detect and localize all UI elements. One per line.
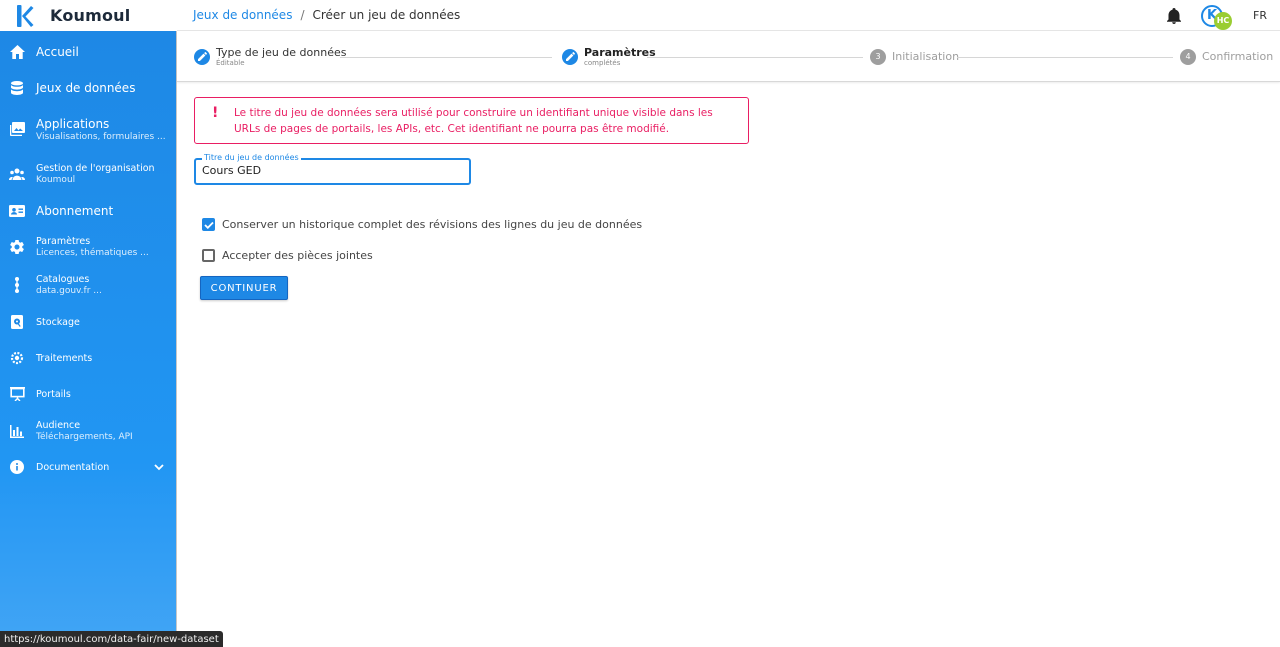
pencil-icon bbox=[194, 48, 210, 65]
step-label: Paramètres bbox=[584, 46, 656, 59]
chart-icon bbox=[9, 423, 25, 439]
attachments-checkbox[interactable]: Accepter des pièces jointes bbox=[202, 249, 373, 262]
pencil-icon bbox=[562, 48, 578, 65]
sidebar-item-label: Catalogues bbox=[36, 274, 90, 285]
language-switcher[interactable]: FR bbox=[1253, 9, 1267, 22]
sidebar-item-portails[interactable]: Portails bbox=[0, 384, 177, 404]
history-checkbox-label: Conserver un historique complet des révi… bbox=[222, 218, 643, 231]
step-number: 3 bbox=[870, 48, 886, 65]
step-connector bbox=[957, 57, 1173, 58]
step-label: Type de jeu de données bbox=[216, 46, 347, 59]
brand-name: Koumoul bbox=[50, 6, 131, 25]
sidebar-item-stockage[interactable]: Stockage bbox=[0, 312, 177, 332]
image-icon bbox=[9, 121, 25, 137]
sidebar-item-subtitle: Koumoul bbox=[36, 175, 76, 185]
checkbox-checked-icon[interactable] bbox=[202, 218, 215, 231]
step-number: 4 bbox=[1180, 48, 1196, 65]
stepper: Type de jeu de données Éditable Paramètr… bbox=[177, 31, 1280, 82]
sidebar-item-subtitle: Visualisations, formulaires ... bbox=[36, 131, 166, 142]
dataset-title-field: Titre du jeu de données bbox=[194, 153, 471, 185]
card-icon bbox=[9, 203, 25, 219]
sidebar-item-catalogues[interactable]: Catalogues data.gouv.fr ... bbox=[0, 271, 177, 299]
sidebar-item-accueil[interactable]: Accueil bbox=[0, 41, 177, 63]
user-avatar[interactable]: K HC bbox=[1201, 3, 1233, 30]
sidebar-item-label: Jeux de données bbox=[36, 81, 136, 95]
history-checkbox[interactable]: Conserver un historique complet des révi… bbox=[202, 218, 642, 231]
breadcrumb: Jeux de données / Créer un jeu de donnée… bbox=[193, 8, 460, 22]
transit-icon bbox=[9, 277, 25, 293]
gear-icon bbox=[9, 239, 25, 255]
sidebar-item-label: Documentation bbox=[36, 461, 110, 473]
sidebar: Accueil Jeux de données Applications Vis… bbox=[0, 31, 177, 647]
step-label: Initialisation bbox=[892, 50, 960, 63]
checkbox-unchecked-icon[interactable] bbox=[202, 249, 215, 262]
step-sublabel: Éditable bbox=[216, 59, 245, 67]
sidebar-item-label: Abonnement bbox=[36, 204, 114, 218]
sidebar-item-subtitle: data.gouv.fr ... bbox=[36, 286, 102, 296]
sidebar-item-label: Applications bbox=[36, 116, 110, 131]
sidebar-item-subtitle: Téléchargements, API bbox=[36, 432, 133, 442]
cogs-icon bbox=[9, 350, 25, 366]
sidebar-item-label: Audience bbox=[36, 420, 81, 431]
step-type-jeu-de-donnees[interactable]: Type de jeu de données Éditable bbox=[194, 31, 346, 82]
breadcrumb-datasets-link[interactable]: Jeux de données bbox=[193, 8, 292, 22]
sidebar-item-traitements[interactable]: Traitements bbox=[0, 348, 177, 368]
brand[interactable]: Koumoul bbox=[0, 0, 177, 31]
breadcrumb-current: Créer un jeu de données bbox=[312, 8, 461, 22]
sidebar-item-documentation[interactable]: Documentation bbox=[0, 457, 177, 477]
presentation-icon bbox=[9, 386, 25, 402]
sidebar-item-label: Paramètres bbox=[36, 236, 91, 247]
sidebar-item-gestion-organisation[interactable]: Gestion de l'organisation Koumoul bbox=[0, 160, 177, 188]
sidebar-item-parametres[interactable]: Paramètres Licences, thématiques ... bbox=[0, 233, 177, 261]
warning-alert: ! Le titre du jeu de données sera utilis… bbox=[194, 97, 749, 144]
top-bar: Jeux de données / Créer un jeu de donnée… bbox=[177, 0, 1280, 31]
sidebar-item-audience[interactable]: Audience Téléchargements, API bbox=[0, 417, 177, 445]
sidebar-item-label: Accueil bbox=[36, 45, 79, 59]
sidebar-item-applications[interactable]: Applications Visualisations, formulaires… bbox=[0, 115, 177, 143]
database-icon bbox=[9, 80, 25, 96]
alert-exclamation-icon: ! bbox=[212, 105, 219, 121]
step-parametres[interactable]: Paramètres complétés bbox=[562, 31, 656, 82]
step-sublabel: complétés bbox=[584, 59, 621, 67]
sidebar-item-label: Stockage bbox=[36, 316, 80, 328]
group-icon bbox=[9, 166, 25, 182]
avatar-user-badge: HC bbox=[1214, 11, 1233, 30]
chevron-down-icon[interactable] bbox=[153, 461, 165, 473]
step-label: Confirmation bbox=[1202, 50, 1274, 63]
step-connector bbox=[647, 57, 863, 58]
breadcrumb-separator: / bbox=[300, 8, 305, 22]
dataset-title-label: Titre du jeu de données bbox=[202, 153, 301, 162]
alert-message: Le titre du jeu de données sera utilisé … bbox=[234, 107, 713, 135]
bell-icon[interactable] bbox=[1167, 7, 1182, 24]
step-initialisation: 3 Initialisation bbox=[870, 31, 959, 82]
attachments-checkbox-label: Accepter des pièces jointes bbox=[222, 249, 373, 262]
sidebar-item-abonnement[interactable]: Abonnement bbox=[0, 200, 177, 222]
continue-button[interactable]: CONTINUER bbox=[200, 276, 288, 300]
step-connector bbox=[340, 57, 552, 58]
dataset-title-input[interactable] bbox=[202, 164, 462, 177]
home-icon bbox=[9, 44, 25, 60]
top-right-actions: K HC FR bbox=[1167, 0, 1280, 31]
sidebar-item-label: Portails bbox=[36, 388, 71, 400]
sidebar-item-jeux-de-donnees[interactable]: Jeux de données bbox=[0, 77, 177, 99]
sidebar-item-label: Gestion de l'organisation bbox=[36, 163, 155, 174]
sidebar-item-subtitle: Licences, thématiques ... bbox=[36, 248, 149, 258]
sidebar-item-label: Traitements bbox=[36, 352, 93, 364]
step-confirmation: 4 Confirmation bbox=[1180, 31, 1273, 82]
info-icon bbox=[9, 459, 25, 475]
browser-status-url: https://koumoul.com/data-fair/new-datase… bbox=[0, 631, 223, 647]
storage-icon bbox=[9, 314, 25, 330]
koumoul-logo-icon bbox=[17, 4, 34, 27]
